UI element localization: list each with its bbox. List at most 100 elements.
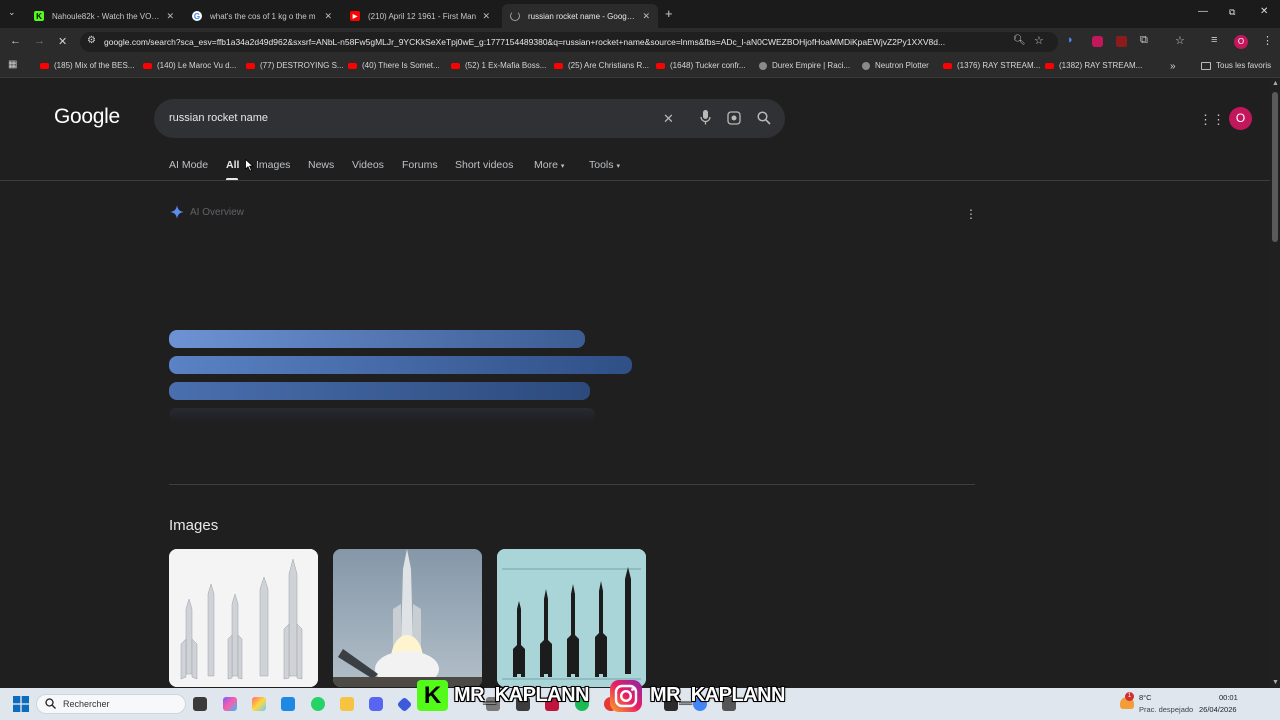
browser-tab-3[interactable]: ▶ (210) April 12 1961 - First Man ✕ <box>342 4 498 28</box>
camera-lens-icon[interactable] <box>727 111 741 128</box>
loading-skeleton-line <box>169 356 632 374</box>
tab-news[interactable]: News <box>308 159 334 171</box>
url-text[interactable]: google.com/search?sca_esv=ffb1a34a2d49d9… <box>104 37 1009 47</box>
youtube-icon <box>1045 62 1054 69</box>
favorites-icon[interactable]: ☆ <box>1175 34 1185 47</box>
site-icon <box>862 61 870 70</box>
close-tab-icon[interactable]: ✕ <box>482 11 490 22</box>
tab-search-icon[interactable]: ⌄ <box>8 7 16 18</box>
close-tab-icon[interactable]: ✕ <box>324 11 332 22</box>
weather-description[interactable]: Prac. despejado <box>1139 705 1193 714</box>
images-heading: Images <box>169 517 219 534</box>
close-window-icon[interactable]: ✕ <box>1260 6 1268 17</box>
all-bookmarks[interactable]: Tous les favoris <box>1201 61 1271 70</box>
loading-skeleton-line <box>169 382 590 400</box>
extensions-puzzle-icon[interactable]: ⧉ <box>1140 34 1148 47</box>
bookmark-item[interactable]: (25) Are Christians R... <box>554 61 649 70</box>
microphone-icon[interactable] <box>700 110 711 128</box>
extension-badge-icon[interactable] <box>1116 36 1127 47</box>
clear-search-icon[interactable]: ✕ <box>663 111 674 127</box>
bookmark-item[interactable]: (77) DESTROYING S... <box>246 61 344 70</box>
scroll-up-icon[interactable]: ▲ <box>1272 80 1279 87</box>
dropdown-arrow-icon: ▾ <box>560 163 565 170</box>
scrollbar-thumb[interactable] <box>1272 92 1278 242</box>
section-divider <box>169 484 975 485</box>
tab-forums[interactable]: Forums <box>402 159 438 171</box>
task-view-icon[interactable] <box>193 697 207 711</box>
close-tab-icon[interactable]: ✕ <box>642 11 650 22</box>
tools-button[interactable]: Tools ▾ <box>589 159 620 171</box>
google-apps-icon[interactable]: ⋮⋮ <box>1199 112 1225 128</box>
mouse-cursor-icon <box>245 159 254 172</box>
whatsapp-icon[interactable] <box>311 697 325 711</box>
clock-date[interactable]: 26/04/2026 <box>1199 705 1237 714</box>
bookmark-star-icon[interactable]: ☆ <box>1034 34 1044 47</box>
back-icon[interactable]: ← <box>10 35 21 47</box>
file-explorer-icon[interactable] <box>340 697 354 711</box>
dropdown-arrow-icon: ▾ <box>616 163 620 170</box>
browser-tab-4[interactable]: russian rocket name - Google S ✕ <box>502 4 658 28</box>
taskbar-search-box[interactable] <box>36 694 186 714</box>
outlook-icon[interactable] <box>281 697 295 711</box>
youtube-icon: ▶ <box>350 11 360 21</box>
discord-icon[interactable] <box>369 697 383 711</box>
google-icon: G <box>192 11 202 21</box>
bookmark-item[interactable]: Neutron Plotter <box>862 61 929 70</box>
search-query[interactable]: russian rocket name <box>169 112 268 124</box>
tab-more[interactable]: More ▾ <box>534 159 564 171</box>
tab-videos[interactable]: Videos <box>352 159 384 171</box>
site-info-icon[interactable]: ⚙ <box>87 35 96 46</box>
browser-tab-1[interactable]: K Nahoule82k - Watch the VOD o ✕ <box>26 4 182 28</box>
clock-time[interactable]: 00:01 <box>1219 693 1238 702</box>
tab-all[interactable]: All <box>226 159 239 171</box>
image-result-thumbnail[interactable] <box>333 549 482 687</box>
scroll-down-icon[interactable]: ▼ <box>1272 679 1279 686</box>
stop-icon[interactable]: ✕ <box>58 35 67 48</box>
image-result-thumbnail[interactable] <box>497 549 646 687</box>
tab-short-videos[interactable]: Short videos <box>455 159 513 171</box>
browser-tab-2[interactable]: G what's the cos of 1 kg o the m ✕ <box>184 4 340 28</box>
forward-icon[interactable]: → <box>34 35 45 47</box>
ai-overview-label: AI Overview <box>190 207 244 218</box>
bookmark-item[interactable]: (140) Le Maroc Vu d... <box>143 61 236 70</box>
app-icon[interactable] <box>252 697 266 711</box>
tab-images[interactable]: Images <box>256 159 290 171</box>
profile-avatar[interactable]: O <box>1234 35 1248 49</box>
minimize-icon[interactable]: — <box>1198 6 1208 17</box>
bookmark-item[interactable]: (1648) Tucker confr... <box>656 61 746 70</box>
image-result-thumbnail[interactable] <box>169 549 318 687</box>
ublock-icon[interactable] <box>1092 36 1103 47</box>
windows-start-icon[interactable] <box>13 696 29 712</box>
more-options-icon[interactable]: ⋮ <box>965 207 977 221</box>
bookmark-item[interactable]: (1376) RAY STREAM... <box>943 61 1040 70</box>
youtube-icon <box>40 62 49 69</box>
media-control-icon[interactable]: ≡ <box>1211 34 1217 46</box>
bookmark-item[interactable]: (1382) RAY STREAM... <box>1045 61 1142 70</box>
bookmark-item[interactable]: (40) There Is Somet... <box>348 61 440 70</box>
notification-badge: 1 <box>1125 692 1134 701</box>
zoom-icon[interactable]: 🔍︎ <box>1013 35 1026 46</box>
tab-ai-mode[interactable]: AI Mode <box>169 159 208 171</box>
youtube-icon <box>656 62 665 69</box>
apps-grid-icon[interactable]: ▦ <box>8 59 17 70</box>
bookmark-item[interactable]: (185) Mix of the BES... <box>40 61 134 70</box>
instagram-handle: MR_KAPLANN <box>650 684 786 706</box>
loading-icon <box>510 11 520 21</box>
kick-handle: MR_KAPLANN <box>454 684 590 706</box>
menu-dots-icon[interactable]: ⋮ <box>1262 34 1273 47</box>
more-bookmarks-icon[interactable]: » <box>1170 61 1176 72</box>
new-tab-icon[interactable]: + <box>665 6 673 21</box>
close-tab-icon[interactable]: ✕ <box>166 11 174 22</box>
loading-skeleton-line <box>169 330 585 348</box>
bookmark-item[interactable]: (52) 1 Ex-Mafia Boss... <box>451 61 546 70</box>
folder-icon <box>1201 61 1211 70</box>
copilot-icon[interactable] <box>223 697 237 711</box>
search-icon[interactable] <box>757 111 771 128</box>
google-logo[interactable]: Google <box>54 105 120 129</box>
extension-icon[interactable]: ◗ <box>1067 34 1074 46</box>
site-icon <box>759 61 767 70</box>
weather-temperature[interactable]: 8°C <box>1139 693 1152 702</box>
bookmark-item[interactable]: Durex Empire | Raci... <box>759 61 850 70</box>
account-avatar[interactable]: O <box>1229 107 1252 130</box>
restore-icon[interactable]: ⧉ <box>1229 7 1235 18</box>
